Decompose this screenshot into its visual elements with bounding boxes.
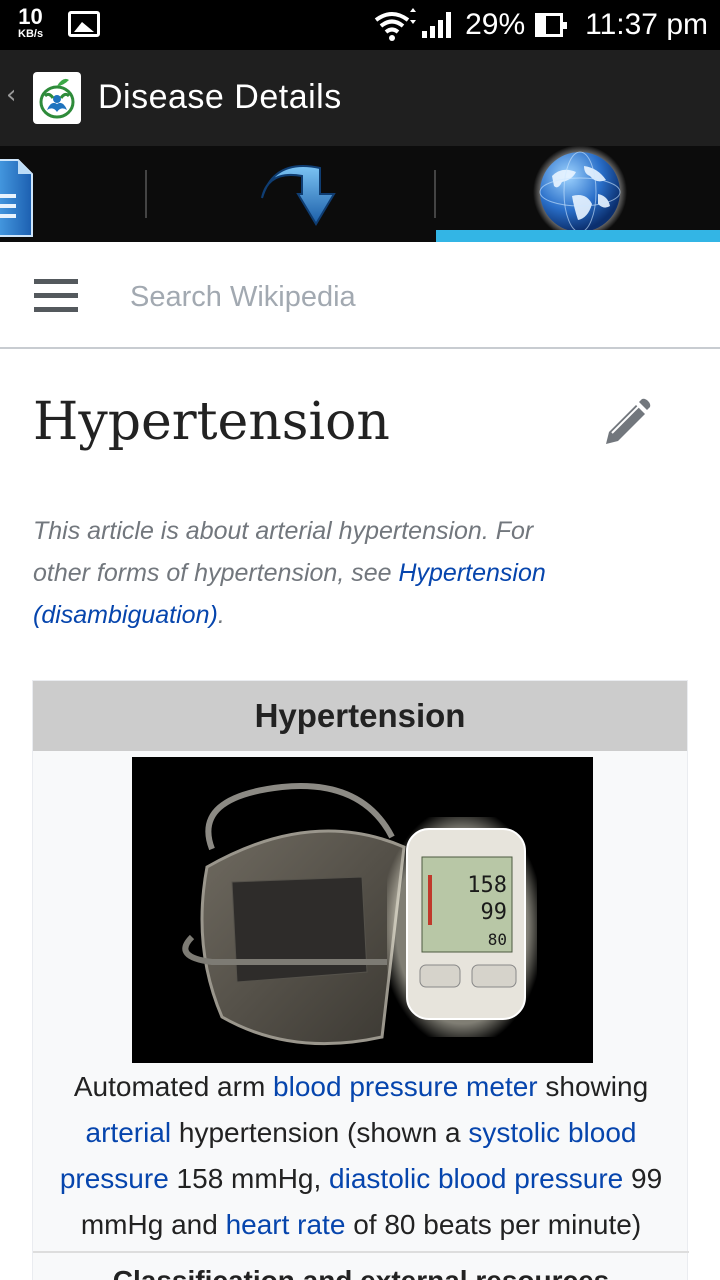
- blood-pressure-meter-link[interactable]: blood pressure meter: [273, 1071, 538, 1102]
- network-speed: 10 KB/s: [18, 6, 43, 40]
- globe-icon: [533, 146, 627, 239]
- caption-text: showing: [537, 1071, 649, 1102]
- edit-pencil-icon[interactable]: [600, 398, 652, 450]
- hatnote: This article is about arterial hypertens…: [33, 510, 573, 636]
- curved-arrow-icon: [261, 165, 336, 226]
- infobox: Hypertension 158 99 80 Automated arm blo…: [32, 680, 689, 1280]
- network-speed-unit: KB/s: [18, 28, 44, 40]
- wifi-icon: [374, 8, 417, 41]
- caption-text: 158 mmHg,: [168, 1163, 330, 1194]
- page-title: Hypertension: [33, 392, 390, 452]
- caption-text: Automated arm: [73, 1071, 274, 1102]
- caption-text: of 80 beats per minute): [345, 1209, 642, 1240]
- app-logo[interactable]: [33, 72, 81, 124]
- caption-text: hypertension (shown a: [171, 1117, 469, 1148]
- tab-web[interactable]: [436, 146, 720, 242]
- blood-pressure-meter-image[interactable]: 158 99 80: [132, 757, 593, 1063]
- app-bar: ‹ Disease Details: [0, 50, 720, 146]
- network-speed-value: 10: [18, 4, 43, 29]
- tab-bar: [0, 146, 720, 242]
- selected-tab-indicator: [436, 230, 720, 242]
- cell-signal-icon: [422, 12, 452, 38]
- back-chevron-icon[interactable]: ‹: [6, 80, 16, 110]
- arterial-link[interactable]: arterial: [86, 1117, 172, 1148]
- status-bar: 10 KB/s 29% 11:37 pm: [0, 0, 720, 50]
- diastolic-reading: 99: [481, 900, 508, 925]
- hatnote-end: .: [217, 601, 225, 629]
- classification-heading: Classification and external resources: [33, 1251, 689, 1280]
- app-title: Disease Details: [98, 78, 342, 116]
- pulse-reading: 80: [488, 930, 507, 949]
- tab-document[interactable]: [0, 146, 145, 242]
- battery-percent: 29%: [465, 8, 526, 41]
- clock: 11:37 pm: [585, 8, 708, 41]
- tab-share[interactable]: [146, 146, 435, 242]
- systolic-reading: 158: [467, 873, 507, 898]
- menu-icon[interactable]: [34, 279, 78, 313]
- gallery-notification-icon: [68, 11, 100, 37]
- document-icon: [0, 159, 33, 237]
- wikipedia-header: [0, 242, 720, 349]
- search-input[interactable]: [130, 276, 670, 318]
- heart-rate-link[interactable]: heart rate: [226, 1209, 346, 1240]
- battery-icon: [535, 13, 568, 37]
- image-caption: Automated arm blood pressure meter showi…: [43, 1064, 679, 1248]
- diastolic-blood-pressure-link[interactable]: diastolic blood pressure: [329, 1163, 623, 1194]
- infobox-title: Hypertension: [33, 681, 687, 751]
